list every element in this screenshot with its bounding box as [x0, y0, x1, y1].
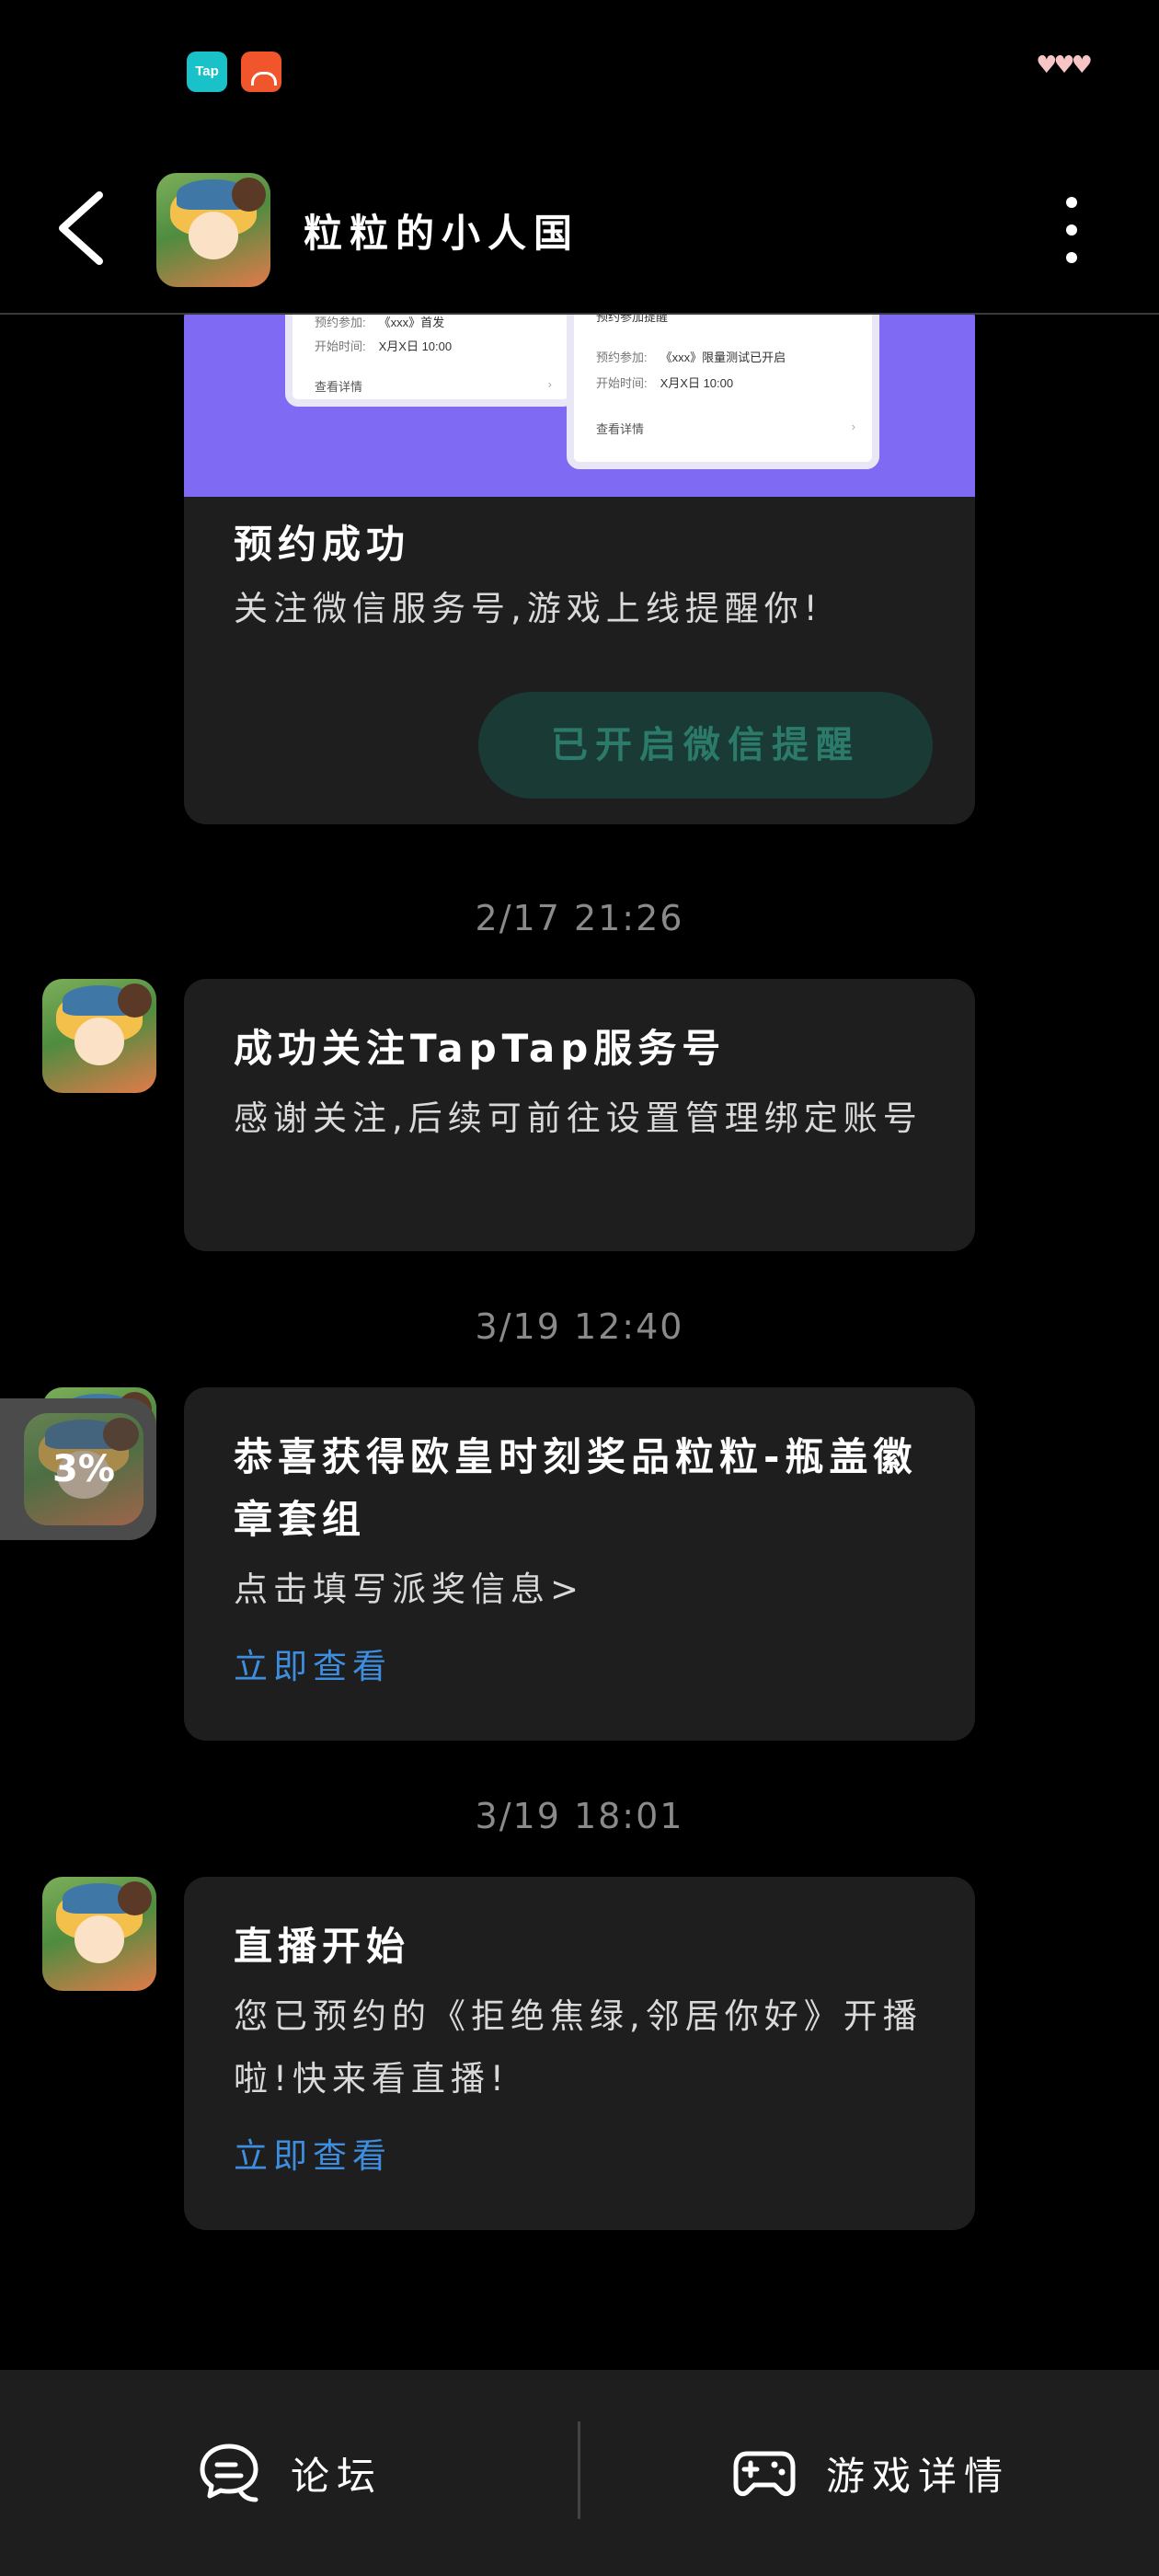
game-detail-button[interactable]: 游戏详情: [581, 2370, 1159, 2576]
sender-avatar[interactable]: [42, 979, 156, 1093]
forum-chat-icon: [200, 2444, 258, 2502]
floating-progress-bubble[interactable]: 3%: [0, 1398, 156, 1540]
status-bar: Tap ♥♥♥: [0, 0, 1159, 138]
bottom-bar-divider: [578, 2421, 580, 2519]
taptap-notification-icon: Tap: [187, 52, 227, 92]
card-description: 关注微信服务号,游戏上线提醒你!: [234, 589, 823, 628]
message-description: 感谢关注,后续可前往设置管理绑定账号: [234, 1098, 923, 1138]
sender-avatar[interactable]: [42, 1877, 156, 1991]
reservation-banner: 预约参加: 《xxx》首发 开始时间: X月X日 10:00 查看详情 › 预约参加…: [184, 315, 975, 497]
message-card[interactable]: 恭喜获得欧皇时刻奖品粒粒-瓶盖徽章套组 点击填写派奖信息> 立即查看: [184, 1387, 975, 1741]
reservation-card: 预约参加: 《xxx》首发 开始时间: X月X日 10:00 查看详情 › 预约参加…: [184, 315, 975, 824]
message-timestamp: 3/19 12:40: [475, 1306, 684, 1347]
header: 粒粒的小人国: [0, 138, 1159, 315]
message-title: 成功关注TapTap服务号: [234, 1026, 727, 1071]
hearts-icon: ♥♥♥: [1036, 52, 1093, 79]
message-description: 您已预约的《拒绝焦绿,邻居你好》开播啦!快来看直播!: [234, 1996, 923, 2099]
wechat-reminder-button[interactable]: 已开启微信提醒: [478, 692, 933, 799]
view-now-link[interactable]: 立即查看: [234, 1636, 929, 1698]
message-list[interactable]: 预约参加: 《xxx》首发 开始时间: X月X日 10:00 查看详情 › 预约参加…: [0, 315, 1159, 2370]
app-notification-icon: [241, 52, 281, 92]
bottom-bar: 论坛 游戏详情: [0, 2370, 1159, 2576]
message-timestamp: 2/17 21:26: [475, 898, 684, 938]
message-timestamp: 3/19 18:01: [475, 1796, 684, 1836]
message-description: 点击填写派奖信息>: [234, 1570, 585, 1609]
reminder-preview-card: 预约参加: 《xxx》首发 开始时间: X月X日 10:00 查看详情 ›: [285, 315, 576, 407]
page-title: 粒粒的小人国: [304, 211, 580, 256]
view-now-link[interactable]: 立即查看: [234, 2125, 929, 2188]
forum-button[interactable]: 论坛: [0, 2370, 578, 2576]
progress-percent: 3%: [52, 1448, 115, 1490]
gamepad-icon: [733, 2451, 796, 2497]
message-title: 直播开始: [234, 1924, 411, 1969]
forum-label: 论坛: [290, 2453, 383, 2499]
message-card[interactable]: 成功关注TapTap服务号 感谢关注,后续可前往设置管理绑定账号: [184, 979, 975, 1251]
game-avatar[interactable]: [156, 173, 270, 287]
card-title: 预约成功: [234, 522, 411, 567]
back-button[interactable]: [48, 182, 121, 274]
message-card[interactable]: 直播开始 您已预约的《拒绝焦绿,邻居你好》开播啦!快来看直播! 立即查看: [184, 1877, 975, 2230]
reminder-preview-card: 预约参加提醒 预约参加: 《xxx》限量测试已开启 开始时间: X月X日 10:00…: [567, 315, 879, 469]
message-title: 恭喜获得欧皇时刻奖品粒粒-瓶盖徽章套组: [234, 1434, 918, 1542]
more-options-icon[interactable]: [1058, 195, 1085, 265]
chevron-left-icon: [59, 191, 103, 265]
game-detail-label: 游戏详情: [825, 2453, 1010, 2499]
